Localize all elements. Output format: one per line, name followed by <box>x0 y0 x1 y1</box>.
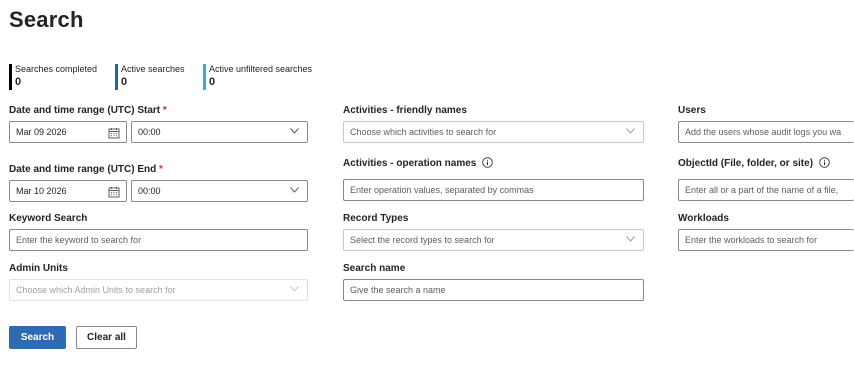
search-button[interactable]: Search <box>9 326 66 349</box>
stat-value: 0 <box>209 76 216 88</box>
object-id-input[interactable]: Enter all or a part of the name of a fil… <box>678 179 854 201</box>
search-name-label: Search name <box>343 263 406 274</box>
required-mark: * <box>162 105 167 116</box>
object-id-label: ObjectId (File, folder, or site) <box>678 157 830 169</box>
activities-operation-label: Activities - operation names <box>343 157 494 169</box>
stat-active-searches: Active searches 0 <box>115 64 185 90</box>
admin-units-dropdown[interactable]: Choose which Admin Units to search for <box>9 279 308 301</box>
end-date-value: Mar 10 2026 <box>16 186 67 196</box>
admin-units-placeholder: Choose which Admin Units to search for <box>16 285 176 295</box>
chevron-down-icon <box>290 286 299 292</box>
required-mark: * <box>159 164 163 175</box>
search-name-placeholder: Give the search a name <box>350 285 446 295</box>
stat-label: Active searches <box>121 64 185 74</box>
page-title: Search <box>9 7 84 32</box>
users-input[interactable]: Add the users whose audit logs you wa <box>678 121 854 143</box>
record-types-placeholder: Select the record types to search for <box>350 235 495 245</box>
workloads-placeholder: Enter the workloads to search for <box>685 235 818 245</box>
users-placeholder: Add the users whose audit logs you wa <box>685 127 842 137</box>
object-id-placeholder: Enter all or a part of the name of a fil… <box>685 185 839 195</box>
start-date-value: Mar 09 2026 <box>16 127 67 137</box>
calendar-icon[interactable] <box>108 126 120 139</box>
end-time-value: 00:00 <box>138 186 161 196</box>
stat-active-unfiltered-searches: Active unfiltered searches 0 <box>203 64 312 90</box>
end-time-dropdown[interactable]: 00:00 <box>131 180 308 202</box>
workloads-label: Workloads <box>678 213 729 224</box>
calendar-icon[interactable] <box>108 185 120 198</box>
chevron-down-icon <box>626 236 635 242</box>
start-range-label: Date and time range (UTC) Start * <box>9 105 167 116</box>
record-types-label: Record Types <box>343 213 409 224</box>
stat-label: Active unfiltered searches <box>209 64 313 74</box>
start-time-dropdown[interactable]: 00:00 <box>131 121 308 143</box>
info-icon[interactable] <box>819 157 830 168</box>
stat-bar <box>203 64 206 90</box>
chevron-down-icon <box>626 128 635 134</box>
activities-operation-label-text: Activities - operation names <box>343 158 477 169</box>
activities-operation-input[interactable]: Enter operation values, separated by com… <box>343 179 644 201</box>
stat-label: Searches completed <box>15 64 98 74</box>
start-time-value: 00:00 <box>138 127 161 137</box>
info-icon[interactable] <box>482 157 494 168</box>
activities-friendly-dropdown[interactable]: Choose which activities to search for <box>343 121 644 143</box>
keyword-search-label: Keyword Search <box>9 213 88 224</box>
keyword-search-placeholder: Enter the keyword to search for <box>16 235 142 245</box>
chevron-down-icon <box>290 187 299 193</box>
end-range-label-text: Date and time range (UTC) End <box>9 164 157 175</box>
record-types-dropdown[interactable]: Select the record types to search for <box>343 229 644 251</box>
admin-units-label: Admin Units <box>9 263 68 274</box>
activities-friendly-placeholder: Choose which activities to search for <box>350 127 497 137</box>
end-range-label: Date and time range (UTC) End * <box>9 164 163 175</box>
stat-value: 0 <box>121 76 128 88</box>
stat-searches-completed: Searches completed 0 <box>9 64 97 90</box>
object-id-label-text: ObjectId (File, folder, or site) <box>678 158 814 169</box>
keyword-search-input[interactable]: Enter the keyword to search for <box>9 229 308 251</box>
start-date-picker[interactable]: Mar 09 2026 <box>9 121 127 143</box>
users-label: Users <box>678 105 706 116</box>
search-name-input[interactable]: Give the search a name <box>343 279 644 301</box>
end-date-picker[interactable]: Mar 10 2026 <box>9 180 127 202</box>
stat-bar <box>115 64 118 90</box>
clear-all-button[interactable]: Clear all <box>76 326 137 349</box>
workloads-input[interactable]: Enter the workloads to search for <box>678 229 854 251</box>
activities-operation-placeholder: Enter operation values, separated by com… <box>350 185 534 195</box>
stat-value: 0 <box>15 76 22 88</box>
chevron-down-icon <box>290 128 299 134</box>
start-range-label-text: Date and time range (UTC) Start <box>9 105 161 116</box>
activities-friendly-label: Activities - friendly names <box>343 105 467 116</box>
stat-bar <box>9 64 12 90</box>
